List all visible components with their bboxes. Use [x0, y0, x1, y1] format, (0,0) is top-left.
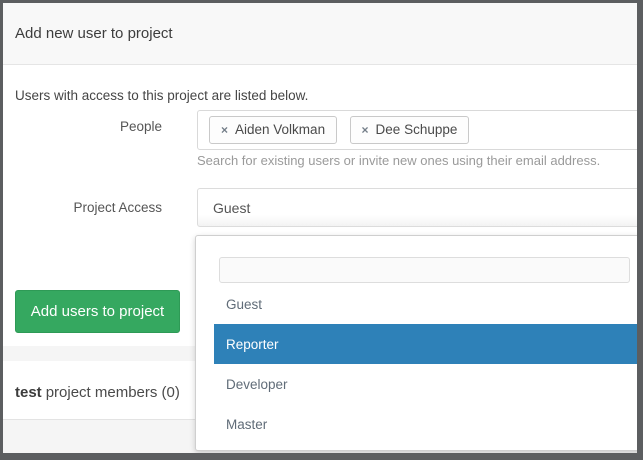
- people-label: People: [0, 119, 162, 134]
- user-chip: × Dee Schuppe: [350, 116, 470, 144]
- access-dropdown-menu: Guest Reporter Developer Master: [195, 235, 643, 451]
- project-access-select[interactable]: Guest: [197, 188, 643, 227]
- window-frame-left: [0, 0, 3, 460]
- people-help-text: Search for existing users or invite new …: [197, 153, 600, 168]
- dropdown-option-guest[interactable]: Guest: [214, 284, 642, 324]
- dropdown-search-input[interactable]: [219, 257, 630, 283]
- project-access-selected-value: Guest: [213, 200, 250, 216]
- window-frame-right: [637, 0, 643, 460]
- remove-user-icon[interactable]: ×: [362, 117, 369, 143]
- members-count-text: project members (0): [46, 384, 180, 401]
- dropdown-option-reporter[interactable]: Reporter: [214, 324, 642, 364]
- dropdown-option-developer[interactable]: Developer: [214, 364, 642, 404]
- add-users-button[interactable]: Add users to project: [15, 290, 180, 333]
- form-description: Users with access to this project are li…: [15, 88, 308, 103]
- window-frame-bottom: [0, 453, 643, 460]
- dropdown-options-list: Guest Reporter Developer Master: [196, 284, 642, 444]
- user-chip-label: Aiden Volkman: [235, 122, 325, 137]
- remove-user-icon[interactable]: ×: [221, 117, 228, 143]
- project-name: test: [15, 384, 42, 401]
- panel-title: Add new user to project: [15, 25, 173, 42]
- panel-header: Add new user to project: [3, 3, 637, 65]
- window-frame-top: [0, 0, 643, 3]
- user-chip-label: Dee Schuppe: [376, 122, 458, 137]
- user-chip: × Aiden Volkman: [209, 116, 337, 144]
- add-user-dialog: Add new user to project Users with acces…: [0, 0, 643, 460]
- dropdown-option-master[interactable]: Master: [214, 404, 642, 444]
- people-input[interactable]: × Aiden Volkman × Dee Schuppe: [197, 110, 643, 150]
- members-heading: testproject members (0): [15, 384, 180, 401]
- project-access-label: Project Access: [0, 200, 162, 215]
